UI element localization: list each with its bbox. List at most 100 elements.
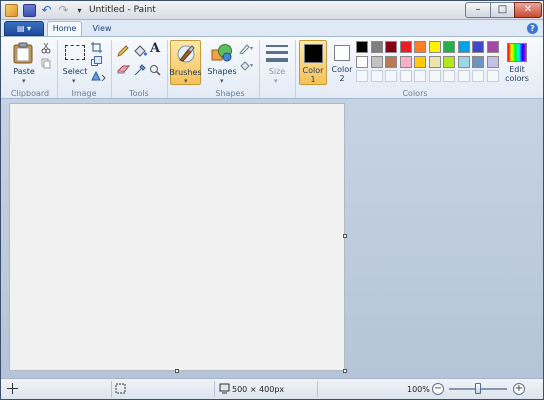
palette-swatch[interactable]: [414, 55, 426, 68]
tab-view[interactable]: View: [87, 21, 117, 36]
colors-group-label: Colors: [402, 89, 428, 98]
paste-button[interactable]: Paste ▾: [7, 40, 41, 86]
palette-swatch[interactable]: [356, 41, 368, 53]
color2-number: 2: [339, 74, 345, 83]
paint-app-icon[interactable]: [5, 4, 18, 17]
palette-swatch[interactable]: [428, 41, 441, 53]
palette-swatch[interactable]: [399, 55, 412, 68]
outline-icon[interactable]: ▾: [239, 43, 255, 55]
drawing-canvas[interactable]: [9, 103, 345, 371]
palette-swatch[interactable]: [356, 55, 368, 68]
help-icon[interactable]: ?: [527, 23, 538, 34]
palette-empty-swatch[interactable]: [385, 70, 397, 82]
color-picker-icon[interactable]: [134, 64, 146, 76]
eraser-icon[interactable]: [117, 64, 130, 75]
canvas-resize-handle-right[interactable]: [343, 234, 347, 238]
palette-swatch[interactable]: [472, 41, 484, 53]
palette-swatch[interactable]: [486, 55, 499, 68]
undo-icon[interactable]: ↶: [40, 4, 53, 17]
shapes-dropdown-icon: ▾: [220, 77, 224, 85]
select-button[interactable]: Select ▾: [61, 40, 89, 86]
palette-swatch[interactable]: [385, 41, 397, 53]
image-group-label: Image: [71, 89, 97, 98]
size-label: Size: [268, 67, 286, 76]
edit-colors-label: colors: [505, 74, 529, 83]
zoom-out-button[interactable]: −: [432, 383, 444, 395]
palette-swatch[interactable]: [457, 55, 470, 68]
brushes-button[interactable]: Brushes ▾: [169, 40, 202, 85]
palette-swatch[interactable]: [370, 41, 383, 53]
copy-icon[interactable]: [41, 58, 51, 70]
fill-bucket-icon[interactable]: [133, 45, 147, 57]
palette-swatch[interactable]: [457, 41, 470, 53]
redo-icon[interactable]: ↷: [57, 4, 70, 17]
zoom-in-button[interactable]: +: [513, 383, 525, 395]
zoom-slider-thumb[interactable]: [475, 383, 481, 394]
fill-icon[interactable]: ▾: [239, 60, 255, 72]
palette-empty-swatch[interactable]: [472, 70, 484, 82]
color2-swatch: [334, 45, 350, 61]
text-tool-icon[interactable]: A: [150, 42, 162, 56]
size-button[interactable]: Size ▾: [263, 40, 291, 86]
window-title: Untitled - Paint: [89, 5, 156, 15]
palette-empty-swatch[interactable]: [486, 70, 499, 82]
palette-empty-swatch[interactable]: [356, 70, 368, 82]
color1-button[interactable]: Color 1: [299, 40, 327, 85]
palette-empty-swatch[interactable]: [399, 70, 412, 82]
palette-swatch[interactable]: [472, 55, 484, 68]
palette-swatch[interactable]: [414, 41, 426, 53]
separator: [295, 40, 296, 98]
edit-colors-button[interactable]: Edit colors: [503, 40, 531, 86]
pencil-icon[interactable]: [117, 45, 129, 57]
color2-button[interactable]: Color 2: [330, 40, 354, 85]
ribbon-tabs: ▤ ▾ Home View ?: [1, 20, 543, 37]
close-button[interactable]: ✕: [514, 2, 542, 18]
palette-empty-swatch[interactable]: [457, 70, 470, 82]
save-icon[interactable]: [23, 4, 36, 17]
paste-dropdown-icon: ▾: [22, 77, 26, 85]
maximize-button[interactable]: □: [490, 2, 515, 18]
separator: [214, 381, 215, 397]
palette-swatch[interactable]: [385, 55, 397, 68]
shapes-button[interactable]: Shapes ▾: [206, 40, 238, 86]
shapes-group-label: Shapes: [215, 89, 245, 98]
image-dimensions: 500 × 400px: [232, 385, 285, 394]
canvas-resize-handle-bottom[interactable]: [175, 369, 179, 373]
svg-text:▾: ▾: [250, 45, 253, 52]
brushes-dropdown-icon: ▾: [184, 77, 188, 85]
separator: [259, 40, 260, 98]
palette-swatch[interactable]: [443, 41, 455, 53]
palette-empty-swatch[interactable]: [428, 70, 441, 82]
tab-home[interactable]: Home: [47, 21, 82, 37]
customize-quick-access-icon[interactable]: ▾: [73, 4, 86, 17]
palette-empty-swatch[interactable]: [414, 70, 426, 82]
palette-swatch[interactable]: [428, 55, 441, 68]
separator: [167, 40, 168, 98]
canvas-resize-handle-corner[interactable]: [343, 369, 347, 373]
size-line-icon: [266, 45, 288, 47]
resize-icon[interactable]: [91, 56, 102, 67]
cut-icon[interactable]: [41, 42, 51, 54]
separator: [317, 381, 318, 397]
palette-swatch[interactable]: [370, 55, 383, 68]
minimize-button[interactable]: –: [465, 2, 491, 18]
palette-empty-swatch[interactable]: [443, 70, 455, 82]
size-dropdown-icon: ▾: [274, 77, 278, 85]
brush-icon: [177, 45, 195, 63]
crop-icon[interactable]: [91, 42, 102, 53]
select-dropdown-icon: ▾: [72, 77, 76, 85]
zoom-level: 100%: [407, 385, 430, 394]
palette-swatch[interactable]: [486, 41, 499, 53]
rotate-icon[interactable]: [91, 70, 107, 81]
title-bar: ↶ ↷ ▾ Untitled - Paint – □ ✕: [1, 1, 543, 20]
canvas-work-area: [1, 99, 543, 378]
palette-swatch[interactable]: [443, 55, 455, 68]
ribbon: Paste ▾ Clipboard Select ▾ Image A Tools…: [1, 36, 543, 99]
palette-empty-swatch[interactable]: [370, 70, 383, 82]
select-label: Select: [62, 67, 88, 76]
magnifier-icon[interactable]: [149, 64, 161, 76]
paint-menu-button[interactable]: ▤ ▾: [4, 21, 44, 36]
selection-size-icon: [115, 383, 126, 394]
palette-swatch[interactable]: [399, 41, 412, 53]
cursor-position-icon: [7, 383, 18, 394]
